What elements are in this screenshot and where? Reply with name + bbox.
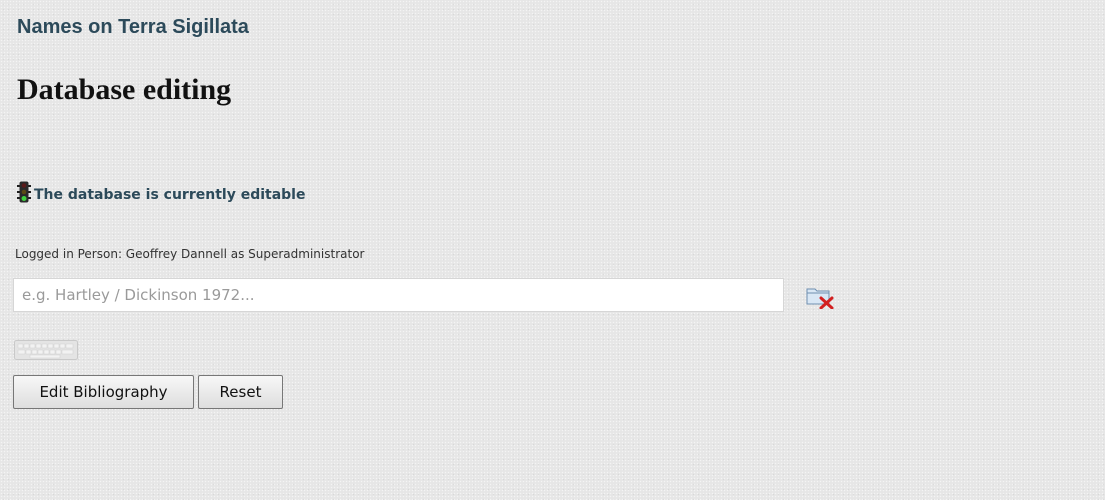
reset-button[interactable]: Reset [198,375,283,409]
status-text: The database is currently editable [34,187,306,203]
database-status: The database is currently editable [16,181,305,203]
traffic-light-icon [16,181,32,203]
page-title: Database editing [17,73,232,106]
keyboard-icon[interactable] [14,340,78,360]
bibliography-search-input[interactable] [13,278,784,312]
site-title: Names on Terra Sigillata [17,16,249,38]
folder-clear-icon[interactable] [806,285,838,310]
logged-in-person: Logged in Person: Geoffrey Dannell as Su… [15,247,365,261]
edit-bibliography-button[interactable]: Edit Bibliography [13,375,194,409]
